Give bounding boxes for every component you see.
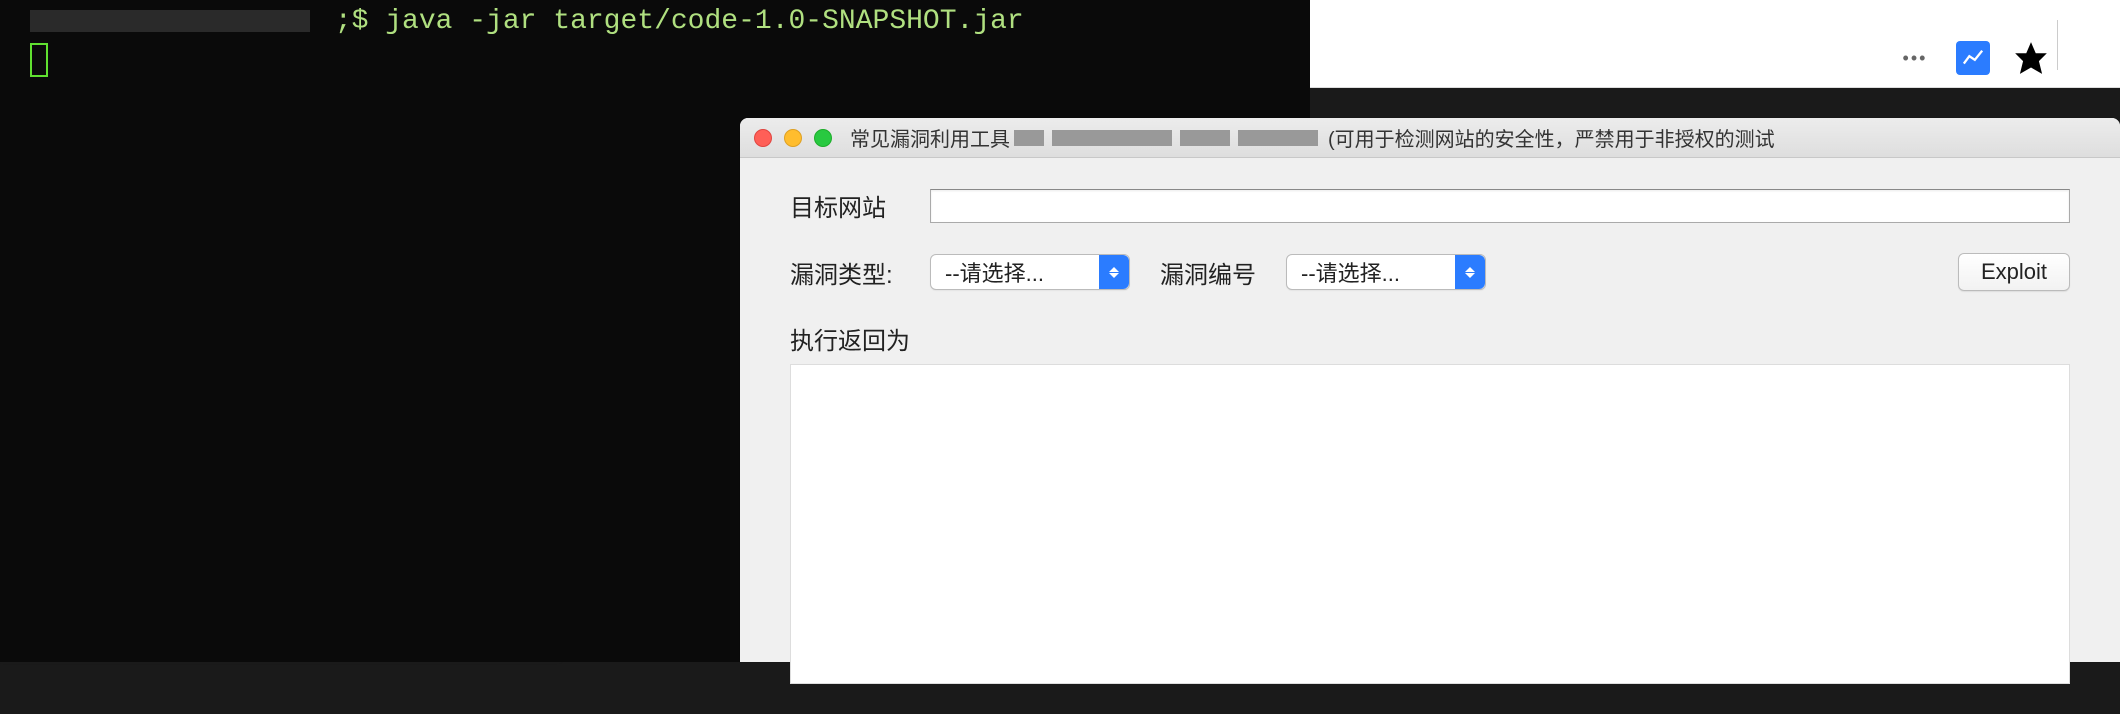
output-label: 执行返回为 (790, 321, 2070, 356)
target-row: 目标网站 (790, 188, 2070, 223)
vuln-type-label: 漏洞类型: (790, 255, 900, 290)
app-body: 目标网站 漏洞类型: --请选择... 漏洞编号 --请选择... Exploi… (740, 158, 2120, 714)
terminal-redacted-user (30, 10, 310, 32)
chevron-updown-icon (1455, 255, 1485, 289)
vuln-id-label: 漏洞编号 (1160, 255, 1256, 290)
title-redact (1014, 130, 1044, 146)
toolbar-divider (2057, 20, 2058, 70)
title-redact (1052, 130, 1172, 146)
vuln-type-select[interactable]: --请选择... (930, 254, 1130, 290)
window-title-prefix: 常见漏洞利用工具 (850, 123, 1010, 152)
app-window: 常见漏洞利用工具 (可用于检测网站的安全性，严禁用于非授权的测试 目标网站 漏洞… (740, 118, 2120, 662)
library-icon[interactable] (2072, 39, 2110, 77)
exploit-button[interactable]: Exploit (1958, 253, 2070, 291)
target-url-input[interactable] (930, 189, 2070, 223)
title-redact (1180, 130, 1230, 146)
terminal-prompt: ;$ (335, 6, 369, 37)
vuln-id-select[interactable]: --请选择... (1286, 254, 1486, 290)
options-row: 漏洞类型: --请选择... 漏洞编号 --请选择... Exploit (790, 253, 2070, 291)
close-icon[interactable] (754, 129, 772, 147)
extension-chart-icon[interactable] (1956, 41, 1990, 75)
window-title-suffix: (可用于检测网站的安全性，严禁用于非授权的测试 (1328, 123, 1775, 152)
chevron-updown-icon (1099, 255, 1129, 289)
terminal-cursor (30, 43, 48, 77)
titlebar[interactable]: 常见漏洞利用工具 (可用于检测网站的安全性，严禁用于非授权的测试 (740, 118, 2120, 158)
output-textarea[interactable] (790, 364, 2070, 684)
browser-toolbar-area (1310, 0, 2120, 88)
vuln-type-selected: --请选择... (931, 256, 1099, 288)
minimize-icon[interactable] (784, 129, 802, 147)
vuln-id-selected: --请选择... (1287, 256, 1455, 288)
terminal-command: java -jar target/code-1.0-SNAPSHOT.jar (385, 6, 1024, 37)
zoom-icon[interactable] (814, 129, 832, 147)
target-label: 目标网站 (790, 188, 900, 223)
bookmark-star-icon[interactable] (2012, 39, 2050, 77)
title-redact (1238, 130, 1318, 146)
page-actions-icon[interactable] (1896, 39, 1934, 77)
traffic-lights (754, 129, 832, 147)
